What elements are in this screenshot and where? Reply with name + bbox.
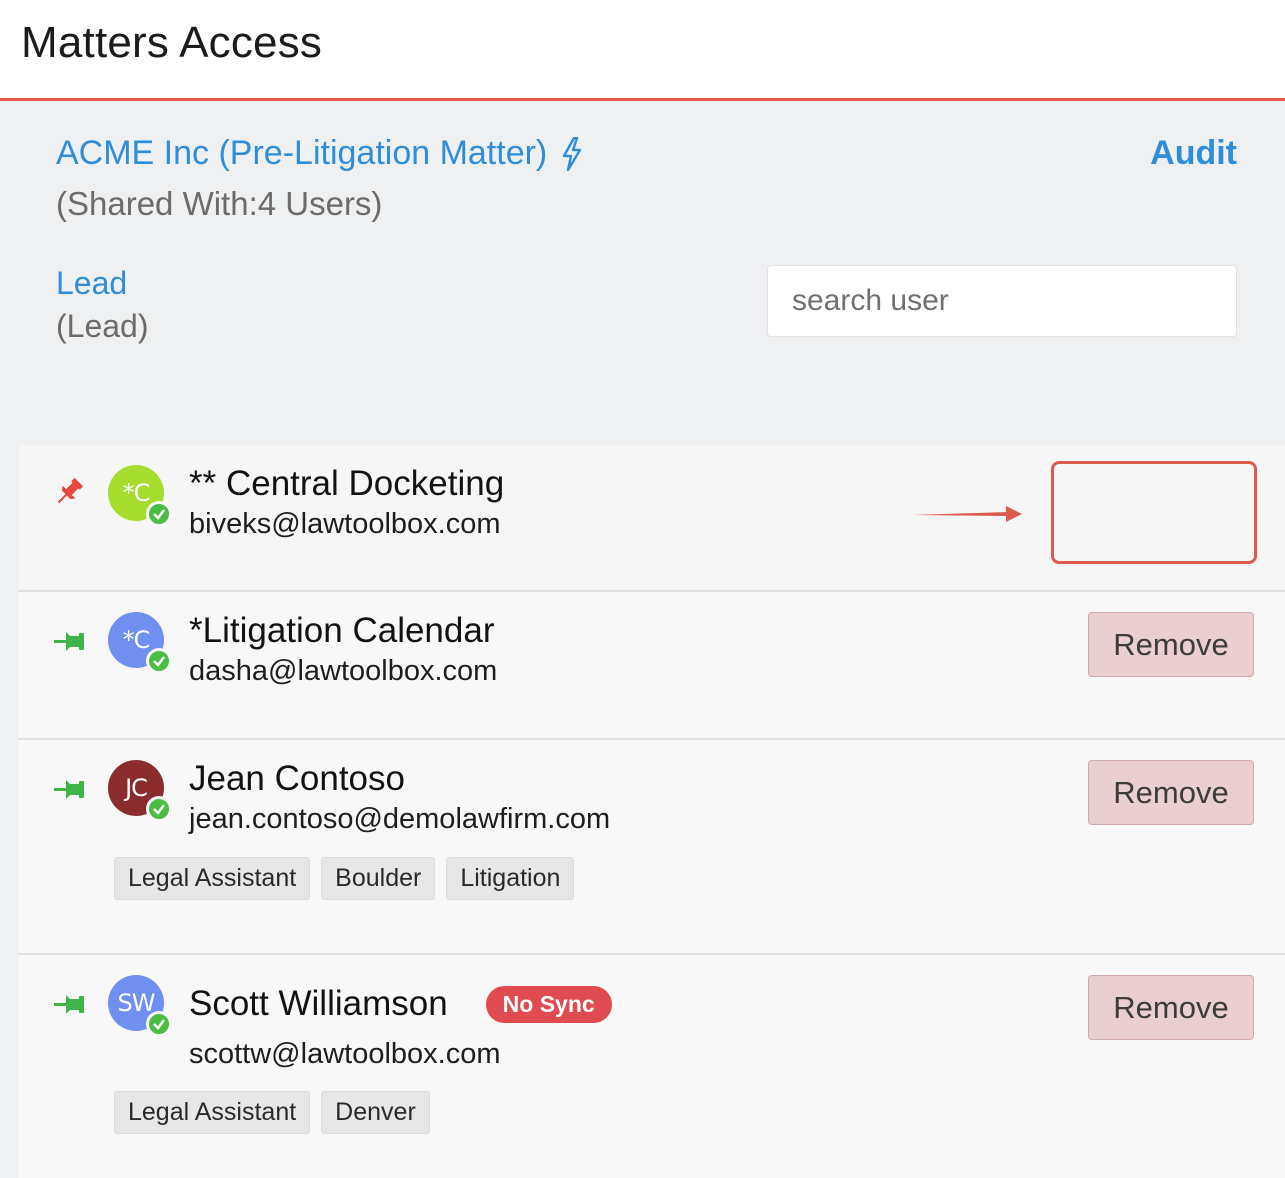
audit-link[interactable]: Audit — [1150, 134, 1237, 173]
tag-office: Denver — [321, 1091, 430, 1134]
avatar: JC — [108, 760, 172, 822]
user-name: Scott Williamson No Sync — [189, 984, 612, 1024]
user-row: *C *Litigation Calendar dasha@lawtoolbox… — [18, 592, 1285, 740]
avatar-initials: *C — [122, 479, 151, 507]
check-circle-icon — [146, 1011, 172, 1037]
avatar-initials: JC — [125, 774, 148, 802]
user-email: dasha@lawtoolbox.com — [189, 655, 498, 687]
user-name: Jean Contoso — [189, 759, 405, 799]
user-row: SW Scott Williamson No Sync scottw@lawto… — [18, 955, 1285, 1178]
bolt-icon — [563, 136, 582, 171]
avatar: *C — [108, 612, 172, 674]
remove-button[interactable]: Remove — [1088, 975, 1254, 1040]
user-email: jean.contoso@demolawfirm.com — [189, 803, 611, 835]
tag-department: Litigation — [446, 857, 575, 900]
shared-with-count: (Shared With:4 Users) — [56, 185, 383, 222]
user-name-text: Scott Williamson — [189, 984, 448, 1023]
user-row: JC Jean Contoso jean.contoso@demolawfirm… — [18, 740, 1285, 955]
user-email: scottw@lawtoolbox.com — [189, 1038, 501, 1070]
pushpin-icon[interactable] — [52, 772, 86, 806]
pushpin-icon[interactable] — [52, 475, 86, 509]
annotation-highlight-box — [1051, 461, 1257, 564]
avatar-initials: *C — [122, 626, 151, 654]
avatar-initials: SW — [117, 989, 156, 1017]
user-name: ** Central Docketing — [189, 464, 504, 504]
tag-role: Legal Assistant — [114, 857, 311, 900]
tag-list: Legal Assistant Denver — [114, 1091, 430, 1134]
remove-button[interactable]: Remove — [1088, 760, 1254, 825]
search-user-input[interactable] — [767, 265, 1237, 337]
check-circle-icon — [146, 501, 172, 527]
tag-office: Boulder — [321, 857, 436, 900]
tag-role: Legal Assistant — [114, 1091, 311, 1134]
user-name: *Litigation Calendar — [189, 611, 494, 651]
page-header: Matters Access — [0, 0, 1285, 101]
annotation-arrow — [912, 506, 1022, 522]
matter-name: ACME Inc (Pre-Litigation Matter) — [56, 134, 548, 172]
pushpin-icon[interactable] — [52, 987, 86, 1021]
avatar: SW — [108, 975, 172, 1037]
lead-value: (Lead) — [56, 308, 149, 344]
check-circle-icon — [146, 796, 172, 822]
check-circle-icon — [146, 648, 172, 674]
user-name-text: *Litigation Calendar — [189, 611, 495, 650]
no-sync-badge: No Sync — [485, 985, 612, 1023]
tag-list: Legal Assistant Boulder Litigation — [114, 857, 575, 900]
user-email: biveks@lawtoolbox.com — [189, 508, 501, 540]
matter-title[interactable]: ACME Inc (Pre-Litigation Matter) — [56, 134, 583, 173]
remove-button[interactable]: Remove — [1088, 612, 1254, 677]
page-title: Matters Access — [21, 18, 323, 67]
user-name-text: ** Central Docketing — [189, 464, 505, 503]
avatar: *C — [108, 465, 172, 527]
user-name-text: Jean Contoso — [189, 759, 405, 798]
lead-link[interactable]: Lead — [56, 265, 127, 302]
pushpin-icon[interactable] — [52, 624, 86, 658]
